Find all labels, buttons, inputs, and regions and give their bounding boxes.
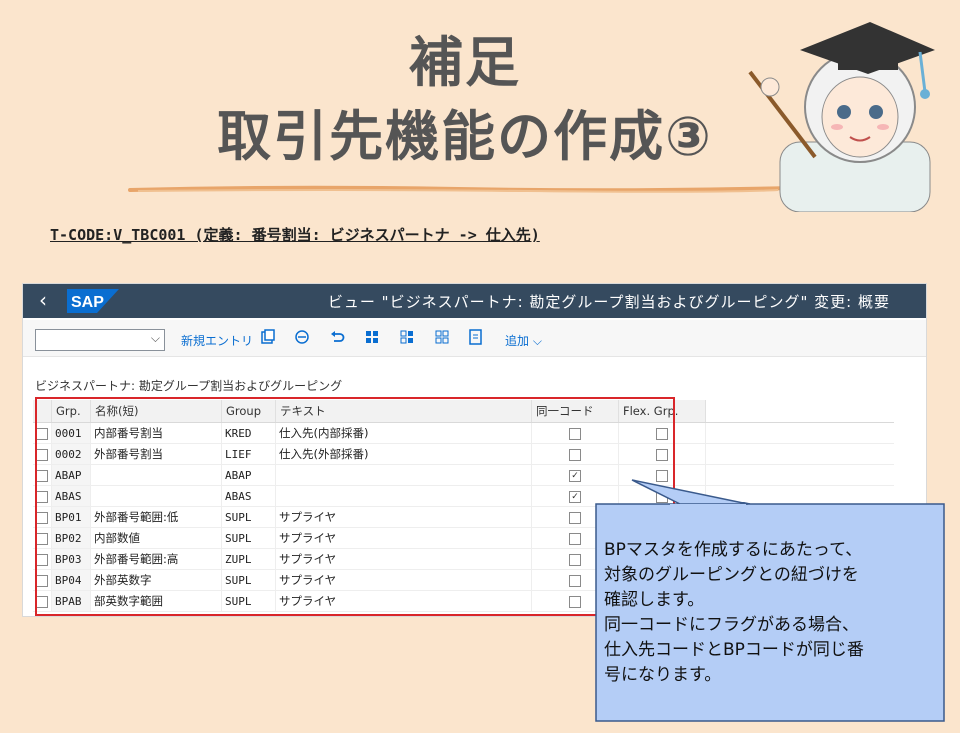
callout-line: 仕入先コードとBPコードが同じ番 xyxy=(604,640,864,660)
delete-icon[interactable] xyxy=(293,328,311,346)
tcode-label: T-CODE:V_TBC001 (定義: 番号割当: ビジネスパートナ -> 仕… xyxy=(50,226,540,244)
sap-logo: SAP xyxy=(67,289,119,313)
callout-pointer xyxy=(631,479,749,508)
chevron-down-icon: ⌵ xyxy=(150,331,160,345)
callout-text: BPマスタを作成するにあたって、 対象のグルーピングとの紐づけを 確認します。 … xyxy=(604,538,939,688)
callout-line: 号になります。 xyxy=(604,665,722,685)
application-toolbar: ⌵ 新規エントリ 追加 ⌵ xyxy=(23,320,926,357)
add-menu-button[interactable]: 追加 ⌵ xyxy=(505,332,542,349)
new-entry-button[interactable]: 新規エントリ xyxy=(181,332,253,349)
callout-line: 同一コードにフラグがある場合、 xyxy=(604,615,859,635)
empty-cell xyxy=(705,422,894,444)
deselect-icon[interactable] xyxy=(398,328,416,346)
callout-line: 対象のグルーピングとの紐づけを xyxy=(604,565,859,585)
empty-cell xyxy=(705,443,894,465)
section-title: ビジネスパートナ: 勘定グループ割当およびグルーピング xyxy=(35,379,343,393)
svg-text:SAP: SAP xyxy=(71,294,104,311)
select-all-icon[interactable] xyxy=(363,328,381,346)
professor-illustration xyxy=(748,22,935,212)
select-block-icon[interactable] xyxy=(433,328,451,346)
brush-underline xyxy=(128,185,793,193)
shell-bar: ‹ SAP ビュー "ビジネスパートナ: 勘定グループ割当およびグルーピング" … xyxy=(23,284,926,318)
callout-line: BPマスタを作成するにあたって、 xyxy=(604,540,863,560)
empty-header xyxy=(705,400,894,423)
details-icon[interactable] xyxy=(467,328,485,346)
variant-dropdown[interactable]: ⌵ xyxy=(35,329,165,351)
highlight-frame xyxy=(35,397,675,616)
undo-icon[interactable] xyxy=(328,328,346,346)
callout-line: 確認します。 xyxy=(604,590,705,610)
screen-title: ビュー "ビジネスパートナ: 勘定グループ割当およびグルーピング" 変更: 概要 xyxy=(327,293,890,311)
copy-icon[interactable] xyxy=(259,328,277,346)
chevron-down-icon: ⌵ xyxy=(532,334,542,348)
back-button[interactable]: ‹ xyxy=(39,288,47,312)
